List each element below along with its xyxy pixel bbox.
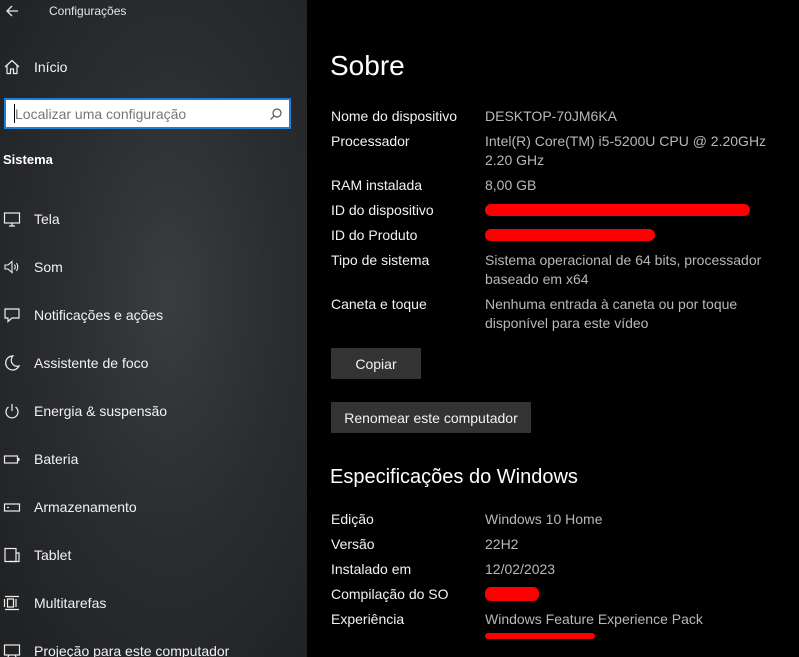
spec-label: Experiência: [331, 611, 405, 627]
monitor-icon: [3, 212, 21, 227]
copy-button[interactable]: Copiar: [331, 348, 421, 379]
spec-value: Windows Feature Experience Pack: [485, 611, 703, 627]
spec-value: 22H2: [485, 536, 519, 552]
spec-label: Edição: [331, 511, 374, 527]
sidebar-item-label: Armazenamento: [34, 499, 137, 515]
sidebar-item-bateria[interactable]: Bateria: [0, 439, 307, 479]
sidebar-item-som[interactable]: Som: [0, 247, 307, 287]
sidebar-item-assistente-foco[interactable]: Assistente de foco: [0, 343, 307, 383]
redaction-mark: [485, 229, 655, 241]
search-icon[interactable]: [269, 107, 283, 121]
sidebar-item-projecao[interactable]: Projeção para este computador: [0, 631, 307, 657]
power-icon: [5, 404, 19, 419]
sidebar-item-label: Multitarefas: [34, 595, 107, 611]
search-box: [4, 98, 291, 129]
spec-label: Processador: [331, 133, 410, 149]
search-input[interactable]: [14, 104, 264, 123]
sidebar-item-multitarefas[interactable]: Multitarefas: [0, 583, 307, 623]
moon-icon: [5, 355, 21, 371]
sidebar-item-tela[interactable]: Tela: [0, 199, 307, 239]
spec-label: Nome do dispositivo: [331, 108, 458, 124]
tablet-icon: [4, 547, 20, 563]
main-content: Sobre Nome do dispositivo DESKTOP-70JM6K…: [307, 0, 799, 657]
sidebar-item-label: Início: [34, 59, 68, 75]
sidebar-item-home[interactable]: Início: [0, 47, 307, 87]
sidebar-item-label: Tela: [34, 211, 60, 227]
redaction-mark: [485, 204, 750, 216]
spec-label: Versão: [331, 536, 375, 552]
spec-value: Nenhuma entrada à caneta ou por toque di…: [485, 296, 738, 331]
page-title: Sobre: [330, 50, 405, 81]
section-header: Sistema: [3, 152, 53, 167]
rename-pc-button[interactable]: Renomear este computador: [331, 402, 531, 433]
back-arrow-icon[interactable]: [4, 2, 22, 20]
spec-label: ID do dispositivo: [331, 202, 434, 218]
spec-value: 12/02/2023: [485, 561, 556, 577]
message-icon: [4, 308, 20, 323]
spec-value: DESKTOP-70JM6KA: [485, 108, 618, 124]
app-title: Configurações: [49, 4, 127, 18]
redaction-mark: [485, 587, 539, 601]
sidebar-item-label: Assistente de foco: [34, 355, 149, 371]
sidebar-item-armazenamento[interactable]: Armazenamento: [0, 487, 307, 527]
spec-value: Sistema operacional de 64 bits, processa…: [485, 252, 762, 287]
spec-label: Instalado em: [331, 561, 412, 577]
sidebar-item-energia[interactable]: Energia & suspensão: [0, 391, 307, 431]
spec-label: Caneta e toque: [331, 296, 427, 312]
sidebar-item-tablet[interactable]: Tablet: [0, 535, 307, 575]
home-icon: [4, 59, 20, 75]
title-bar: Configurações: [0, 0, 307, 24]
spec-label: RAM instalada: [331, 177, 423, 193]
windows-specs-title: Especificações do Windows: [330, 466, 578, 488]
sidebar-item-notificacoes[interactable]: Notificações e ações: [0, 295, 307, 335]
sidebar-item-label: Projeção para este computador: [34, 643, 230, 657]
multitask-icon: [3, 595, 19, 611]
sidebar: Configurações Início Sistema Tela: [0, 0, 307, 657]
sidebar-item-label: Som: [34, 259, 63, 275]
battery-icon: [3, 455, 20, 464]
sidebar-item-label: Energia & suspensão: [34, 403, 168, 419]
projection-icon: [3, 644, 21, 657]
spec-label: Tipo de sistema: [331, 252, 430, 268]
spec-value: Intel(R) Core(TM) i5-5200U CPU @ 2.20GHz…: [485, 133, 767, 168]
settings-window: Configurações Início Sistema Tela: [0, 0, 799, 657]
sidebar-item-label: Bateria: [34, 451, 79, 467]
speaker-icon: [4, 260, 19, 274]
spec-label: ID do Produto: [331, 227, 418, 243]
spec-value: Windows 10 Home: [485, 511, 603, 527]
spec-label: Compilação do SO: [331, 586, 449, 602]
redaction-mark: [485, 633, 595, 639]
spec-value: 8,00 GB: [485, 177, 537, 193]
sidebar-item-label: Tablet: [34, 547, 72, 563]
sidebar-item-label: Notificações e ações: [34, 307, 164, 323]
storage-icon: [3, 503, 21, 512]
